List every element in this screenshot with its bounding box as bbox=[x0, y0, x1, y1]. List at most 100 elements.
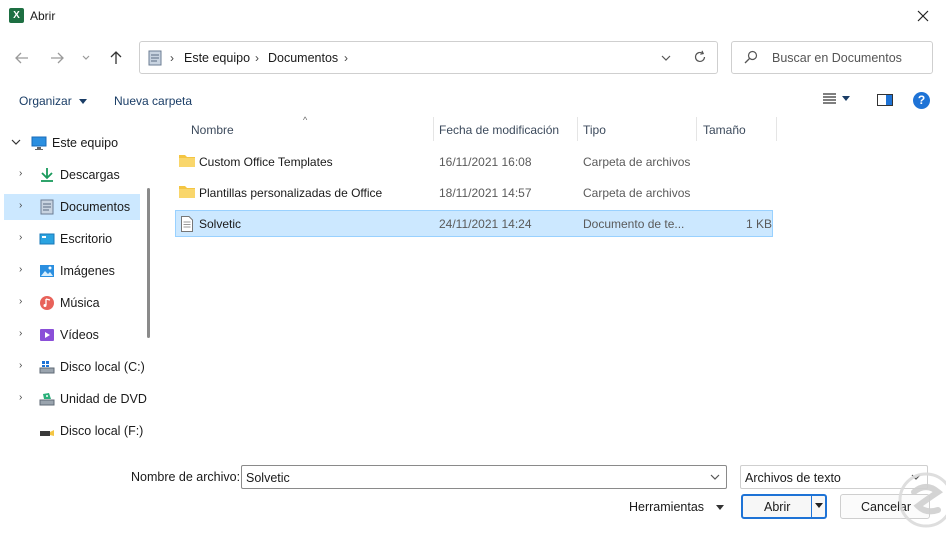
arrow-up-icon bbox=[110, 51, 122, 64]
chevron-right-icon: › bbox=[19, 232, 23, 243]
close-button[interactable] bbox=[900, 0, 946, 32]
open-button[interactable]: Abrir bbox=[741, 494, 827, 519]
chevron-down-icon bbox=[661, 55, 671, 61]
address-history-dropdown[interactable] bbox=[661, 51, 671, 68]
sidebar-item-videos[interactable]: › Vídeos bbox=[0, 322, 140, 348]
chevron-down-icon bbox=[11, 139, 21, 145]
sidebar-item-imagenes[interactable]: › Imágenes bbox=[0, 258, 140, 284]
sidebar-item-dvd[interactable]: › Unidad de DVD bbox=[0, 386, 147, 412]
sidebar-item-label: Vídeos bbox=[60, 328, 99, 342]
breadcrumb-separator: › bbox=[255, 51, 259, 65]
up-button[interactable] bbox=[104, 46, 128, 70]
sidebar-item-label: Documentos bbox=[60, 200, 131, 214]
sidebar-item-disco-f[interactable]: Disco local (F:) bbox=[0, 418, 144, 444]
documents-icon bbox=[40, 199, 54, 215]
sidebar-item-label: Disco local (F:) bbox=[60, 424, 144, 438]
sidebar-item-label: Imágenes bbox=[60, 264, 115, 278]
file-type: Documento de te... bbox=[583, 217, 685, 231]
tools-button[interactable]: Herramientas bbox=[629, 500, 704, 514]
filename-input[interactable]: Solvetic bbox=[241, 465, 727, 489]
refresh-icon bbox=[694, 50, 706, 63]
address-bar[interactable]: › Este equipo › Documentos › bbox=[139, 41, 718, 74]
column-header-type[interactable]: Tipo bbox=[583, 115, 606, 142]
column-divider[interactable] bbox=[696, 117, 697, 141]
sidebar-item-label: Disco local (C:) bbox=[60, 360, 145, 374]
column-divider[interactable] bbox=[577, 117, 578, 141]
folder-icon bbox=[179, 186, 195, 198]
forward-button[interactable] bbox=[45, 46, 69, 70]
sidebar-item-musica[interactable]: › Música bbox=[0, 290, 140, 316]
excel-app-icon: X bbox=[9, 8, 24, 23]
caret-down-icon bbox=[79, 99, 88, 105]
desktop-icon bbox=[39, 233, 55, 245]
view-options-button[interactable] bbox=[823, 93, 850, 104]
file-type: Carpeta de archivos bbox=[583, 155, 691, 169]
caret-down-icon[interactable] bbox=[815, 503, 823, 508]
breadcrumb-separator: › bbox=[170, 51, 174, 65]
usb-drive-icon bbox=[40, 430, 54, 436]
recent-locations-button[interactable] bbox=[76, 46, 96, 70]
column-divider[interactable] bbox=[433, 117, 434, 141]
arrow-left-icon bbox=[15, 52, 28, 64]
computer-icon bbox=[31, 136, 47, 150]
downloads-icon bbox=[41, 168, 53, 182]
drive-icon bbox=[39, 361, 55, 374]
list-view-icon bbox=[823, 93, 836, 104]
refresh-button[interactable] bbox=[693, 50, 707, 67]
sidebar-scrollbar[interactable] bbox=[147, 188, 150, 338]
chevron-right-icon: › bbox=[19, 392, 23, 403]
breadcrumb-separator: › bbox=[344, 51, 348, 65]
documents-icon bbox=[148, 50, 162, 66]
sidebar-item-descargas[interactable]: › Descargas bbox=[0, 162, 140, 188]
file-row[interactable]: Solvetic 24/11/2021 14:24 Documento de t… bbox=[175, 210, 773, 237]
caret-down-icon[interactable] bbox=[716, 505, 724, 510]
file-row[interactable]: Plantillas personalizadas de Office 18/1… bbox=[175, 179, 773, 206]
sidebar-item-disco-c[interactable]: › Disco local (C:) bbox=[0, 354, 145, 380]
music-icon bbox=[40, 296, 54, 310]
sidebar-item-label: Escritorio bbox=[60, 232, 113, 246]
sidebar-item-escritorio[interactable]: › Escritorio bbox=[0, 226, 140, 252]
chevron-right-icon: › bbox=[19, 168, 23, 179]
file-size: 1 KB bbox=[746, 217, 773, 231]
file-date: 18/11/2021 14:57 bbox=[439, 186, 532, 200]
search-box[interactable]: Buscar en Documentos bbox=[731, 41, 933, 74]
file-type-filter-value: Archivos de texto bbox=[745, 471, 841, 485]
preview-pane-icon bbox=[877, 94, 893, 106]
file-name: Solvetic bbox=[199, 217, 242, 231]
file-date: 16/11/2021 16:08 bbox=[439, 155, 532, 169]
search-icon bbox=[744, 50, 758, 64]
preview-pane-button[interactable] bbox=[877, 94, 893, 109]
chevron-right-icon: › bbox=[19, 296, 23, 307]
text-file-icon bbox=[181, 216, 193, 232]
folder-icon bbox=[179, 155, 195, 167]
chevron-right-icon: › bbox=[19, 200, 23, 211]
file-name: Custom Office Templates bbox=[199, 155, 333, 169]
caret-down-icon bbox=[842, 96, 850, 101]
breadcrumb-documentos[interactable]: Documentos bbox=[268, 51, 338, 65]
file-row[interactable]: Custom Office Templates 16/11/2021 16:08… bbox=[175, 148, 773, 175]
column-header-date[interactable]: Fecha de modificación bbox=[439, 115, 559, 142]
organize-button[interactable]: Organizar bbox=[19, 94, 88, 108]
column-divider[interactable] bbox=[776, 117, 777, 141]
help-button[interactable]: ? bbox=[913, 92, 930, 109]
file-name: Plantillas personalizadas de Office bbox=[199, 186, 383, 200]
chevron-right-icon: › bbox=[19, 360, 23, 371]
sidebar-item-label: Descargas bbox=[60, 168, 120, 182]
navigation-pane: Este equipo › Descargas › Documentos › E… bbox=[0, 125, 150, 455]
filename-value: Solvetic bbox=[246, 471, 290, 485]
chevron-down-icon bbox=[82, 55, 90, 60]
new-folder-button[interactable]: Nueva carpeta bbox=[114, 94, 192, 108]
chevron-right-icon: › bbox=[19, 264, 23, 275]
back-button[interactable] bbox=[10, 46, 34, 70]
filename-label: Nombre de archivo: bbox=[131, 470, 241, 484]
sidebar-item-documentos[interactable]: › Documentos bbox=[4, 194, 140, 220]
sidebar-item-label: Este equipo bbox=[52, 136, 119, 150]
sidebar-item-este-equipo[interactable]: Este equipo bbox=[0, 130, 140, 156]
file-list: ^ Nombre Fecha de modificación Tipo Tama… bbox=[175, 115, 945, 455]
breadcrumb-este-equipo[interactable]: Este equipo bbox=[184, 51, 250, 65]
window-title: Abrir bbox=[30, 9, 56, 23]
sort-ascending-icon: ^ bbox=[303, 115, 308, 125]
column-header-name[interactable]: Nombre bbox=[191, 115, 234, 142]
chevron-down-icon[interactable] bbox=[710, 472, 720, 482]
column-header-size[interactable]: Tamaño bbox=[703, 115, 746, 142]
